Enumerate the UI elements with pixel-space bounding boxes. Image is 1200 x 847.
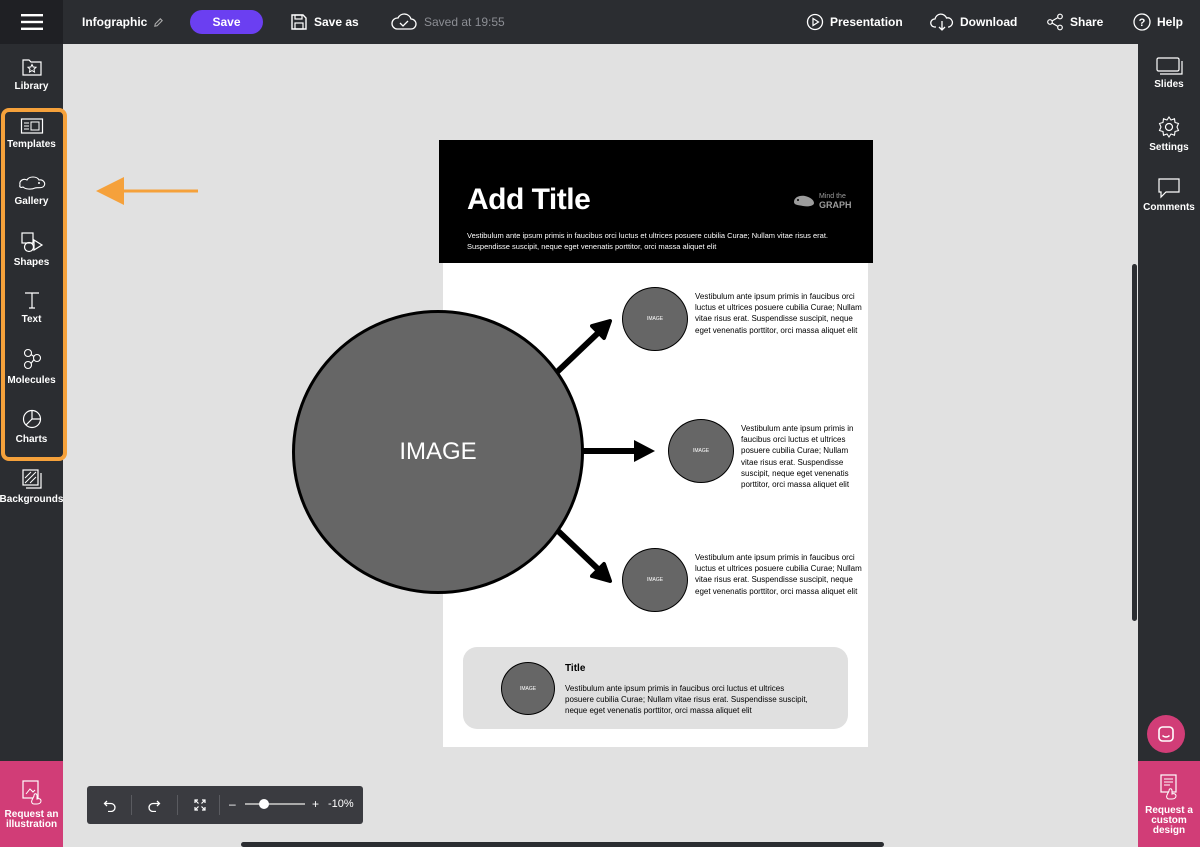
undo-icon — [103, 800, 116, 812]
card-text[interactable]: Vestibulum ante ipsum primis in faucibus… — [565, 683, 810, 717]
top-bar: Infographic Save Save as Saved at 19:55 … — [0, 0, 1200, 44]
sidebar-item-label: Slides — [1154, 79, 1184, 90]
request-custom-design-button[interactable]: Request a custom design — [1138, 761, 1200, 847]
sidebar-item-slides[interactable]: Slides — [1138, 56, 1200, 90]
highlight-box — [1, 108, 67, 461]
sidebar-item-label: Comments — [1143, 202, 1195, 213]
hamburger-icon — [20, 14, 43, 30]
sidebar-item-backgrounds[interactable]: Backgrounds — [0, 468, 63, 505]
sidebar-item-label: Settings — [1149, 142, 1189, 153]
branch-image-label: IMAGE — [646, 577, 664, 583]
main-image-label: IMAGE — [399, 438, 477, 465]
toolbar-divider — [219, 795, 220, 815]
library-icon — [21, 59, 42, 76]
save-as-button[interactable]: Save as — [290, 0, 359, 44]
presentation-label: Presentation — [830, 15, 903, 29]
sidebar-item-comments[interactable]: Comments — [1138, 177, 1200, 213]
share-button[interactable]: Share — [1046, 0, 1103, 44]
branch-image-1[interactable]: IMAGE — [622, 287, 688, 351]
saved-status-text: Saved at 19:55 — [424, 15, 505, 29]
save-button[interactable]: Save — [190, 10, 263, 34]
request-illustration-label: Request an illustration — [4, 808, 59, 830]
backgrounds-icon — [21, 469, 42, 489]
request-illustration-button[interactable]: Request an illustration — [0, 761, 63, 847]
custom-design-icon — [1160, 773, 1177, 799]
download-button[interactable]: Download — [930, 0, 1017, 44]
sidebar-item-label: Library — [14, 81, 49, 92]
slides-icon — [1156, 57, 1183, 75]
zoom-slider-handle[interactable] — [259, 799, 269, 809]
mind-the-graph-logo: Mind the GRAPH — [792, 192, 852, 210]
toolbar-divider — [131, 795, 132, 815]
save-as-label: Save as — [314, 15, 359, 29]
zoom-level: -10% — [328, 798, 354, 810]
sidebar-item-settings[interactable]: Settings — [1138, 115, 1200, 153]
help-icon: ? — [1133, 13, 1151, 31]
undo-button[interactable] — [99, 786, 121, 824]
expand-icon — [194, 799, 206, 811]
branch-image-label: IMAGE — [692, 448, 710, 454]
infographic-title[interactable]: Add Title — [467, 183, 591, 217]
zoom-toolbar — [87, 786, 363, 824]
play-icon — [806, 13, 824, 31]
infographic-subtitle[interactable]: Vestibulum ante ipsum primis in faucibus… — [467, 230, 842, 252]
card-image-label: IMAGE — [519, 685, 537, 692]
mouse-logo-icon — [794, 195, 814, 207]
menu-button[interactable] — [0, 0, 63, 44]
download-label: Download — [960, 15, 1018, 29]
fit-to-screen-button[interactable] — [189, 786, 211, 824]
zoom-slider[interactable] — [245, 803, 305, 805]
arrow-left-icon — [96, 177, 198, 205]
branch-image-2[interactable]: IMAGE — [668, 419, 734, 483]
presentation-button[interactable]: Presentation — [806, 0, 903, 44]
branch-text-2[interactable]: Vestibulum ante ipsum primis in faucibus… — [741, 423, 865, 490]
branch-text-3[interactable]: Vestibulum ante ipsum primis in faucibus… — [695, 552, 865, 597]
sidebar-item-label: Backgrounds — [0, 494, 64, 505]
gear-icon — [1158, 116, 1180, 138]
logo-line-2: GRAPH — [819, 200, 852, 210]
document-title-text: Infographic — [82, 15, 148, 29]
toolbar-divider — [177, 795, 178, 815]
help-label: Help — [1157, 15, 1184, 29]
zoom-out-button[interactable]: – — [229, 797, 236, 811]
card-title[interactable]: Title — [565, 663, 585, 674]
chat-icon — [1158, 726, 1174, 742]
pencil-icon[interactable] — [153, 17, 164, 28]
save-icon — [291, 14, 307, 30]
saved-status: Saved at 19:55 — [390, 0, 505, 44]
main-image-placeholder[interactable]: IMAGE — [292, 310, 584, 594]
request-custom-design-label: Request a custom design — [1145, 804, 1193, 836]
share-label: Share — [1070, 15, 1104, 29]
chat-button[interactable] — [1147, 715, 1185, 753]
svg-text:?: ? — [1139, 17, 1146, 29]
share-icon — [1047, 13, 1063, 31]
zoom-in-button[interactable]: + — [312, 797, 319, 811]
branch-image-label: IMAGE — [646, 316, 664, 322]
comment-icon — [1158, 178, 1180, 199]
redo-icon — [148, 800, 161, 812]
cloud-download-icon — [930, 13, 954, 31]
sidebar-item-library[interactable]: Library — [0, 57, 63, 92]
branch-text-1[interactable]: Vestibulum ante ipsum primis in faucibus… — [695, 291, 865, 336]
help-button[interactable]: ? Help — [1133, 0, 1183, 44]
branch-image-3[interactable]: IMAGE — [622, 548, 688, 612]
card-image[interactable]: IMAGE — [501, 662, 555, 715]
horizontal-scrollbar[interactable] — [241, 842, 884, 847]
document-title[interactable]: Infographic — [82, 0, 164, 44]
illustration-request-icon — [21, 779, 42, 804]
cloud-check-icon — [391, 13, 417, 30]
redo-button[interactable] — [143, 786, 165, 824]
vertical-scrollbar[interactable] — [1132, 264, 1137, 621]
